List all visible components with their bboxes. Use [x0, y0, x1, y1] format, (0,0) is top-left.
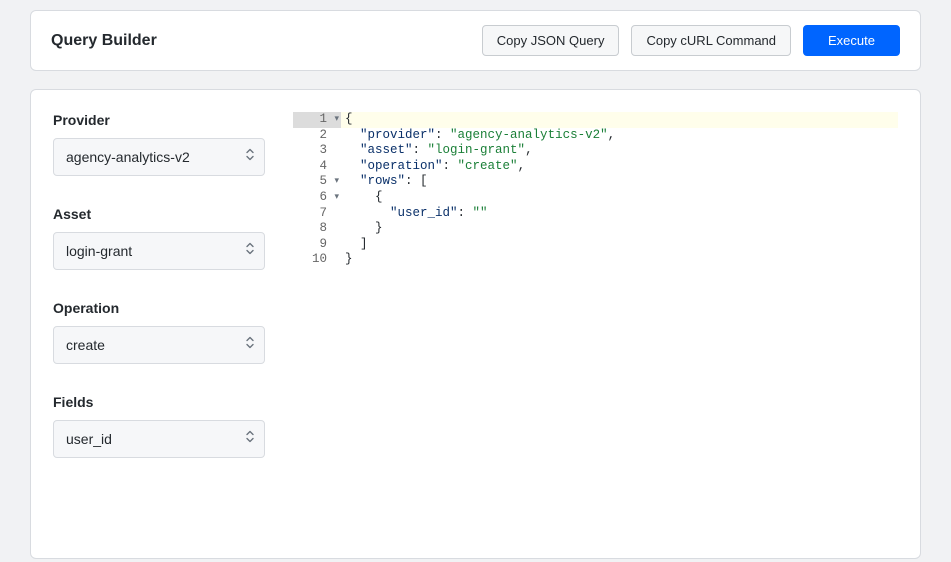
- code-line[interactable]: "asset": "login-grant",: [341, 143, 898, 159]
- provider-select[interactable]: [53, 138, 265, 176]
- editor-gutter: 1▾2345▾6▾78910: [293, 112, 341, 488]
- provider-field-group: Provider: [53, 112, 265, 176]
- asset-field-group: Asset: [53, 206, 265, 270]
- fields-label: Fields: [53, 394, 265, 410]
- asset-label: Asset: [53, 206, 265, 222]
- fold-caret-icon[interactable]: ▾: [334, 190, 339, 206]
- copy-json-button[interactable]: Copy JSON Query: [482, 25, 620, 56]
- operation-select[interactable]: [53, 326, 265, 364]
- gutter-line: 5▾: [293, 174, 341, 190]
- query-builder-header: Query Builder Copy JSON Query Copy cURL …: [30, 10, 921, 71]
- form-column: Provider Asset Operation: [53, 112, 265, 488]
- gutter-line: 4: [293, 159, 341, 175]
- fold-caret-icon[interactable]: ▾: [334, 112, 339, 128]
- gutter-line: 2: [293, 128, 341, 144]
- gutter-line: 1▾: [293, 112, 341, 128]
- page-title: Query Builder: [51, 32, 157, 50]
- fields-select[interactable]: [53, 420, 265, 458]
- gutter-line: 3: [293, 143, 341, 159]
- code-line[interactable]: {: [341, 112, 898, 128]
- fold-caret-icon[interactable]: ▾: [334, 174, 339, 190]
- gutter-line: 10: [293, 252, 341, 268]
- operation-field-group: Operation: [53, 300, 265, 364]
- code-line[interactable]: "operation": "create",: [341, 159, 898, 175]
- code-line[interactable]: }: [341, 252, 898, 268]
- operation-label: Operation: [53, 300, 265, 316]
- gutter-line: 8: [293, 221, 341, 237]
- code-line[interactable]: "user_id": "": [341, 206, 898, 222]
- fields-field-group: Fields: [53, 394, 265, 458]
- code-line[interactable]: {: [341, 190, 898, 206]
- execute-button[interactable]: Execute: [803, 25, 900, 56]
- query-builder-body: Provider Asset Operation: [30, 89, 921, 559]
- copy-curl-button[interactable]: Copy cURL Command: [631, 25, 791, 56]
- code-line[interactable]: "rows": [: [341, 174, 898, 190]
- gutter-line: 6▾: [293, 190, 341, 206]
- code-line[interactable]: "provider": "agency-analytics-v2",: [341, 128, 898, 144]
- gutter-line: 9: [293, 237, 341, 253]
- code-line[interactable]: }: [341, 221, 898, 237]
- editor-code[interactable]: { "provider": "agency-analytics-v2", "as…: [341, 112, 898, 488]
- provider-label: Provider: [53, 112, 265, 128]
- header-actions: Copy JSON Query Copy cURL Command Execut…: [482, 25, 900, 56]
- json-editor[interactable]: 1▾2345▾6▾78910 { "provider": "agency-ana…: [293, 112, 898, 488]
- gutter-line: 7: [293, 206, 341, 222]
- asset-select[interactable]: [53, 232, 265, 270]
- code-line[interactable]: ]: [341, 237, 898, 253]
